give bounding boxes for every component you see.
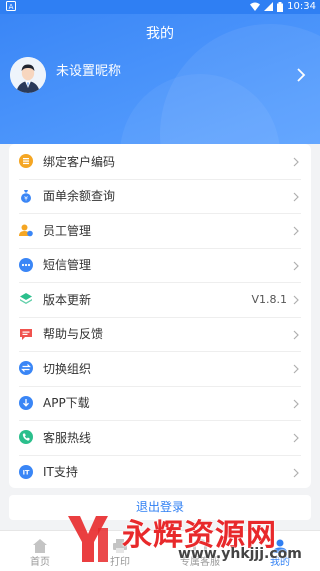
menu-item-app-download[interactable]: APP下载 bbox=[9, 385, 311, 421]
chevron-right-icon bbox=[293, 399, 299, 408]
wifi-icon bbox=[250, 2, 261, 11]
tab-label: 首页 bbox=[30, 557, 50, 568]
profile-row[interactable]: 未设置昵称 bbox=[10, 57, 310, 93]
menu-item-switch-organization[interactable]: 切换组织 bbox=[9, 351, 311, 386]
money-bag-icon: ¥ bbox=[19, 189, 33, 203]
avatar[interactable] bbox=[10, 57, 46, 93]
phone-icon bbox=[19, 430, 33, 445]
menu-item-label: IT支持 bbox=[43, 465, 78, 480]
version-number: V1.8.1 bbox=[251, 292, 287, 306]
menu-item-version-update[interactable]: 版本更新 V1.8.1 bbox=[9, 282, 311, 317]
layers-icon bbox=[19, 292, 33, 306]
chevron-right-icon bbox=[293, 433, 299, 443]
menu-item-sms-management[interactable]: 短信管理 bbox=[9, 247, 311, 283]
tab-label: 专属客服 bbox=[180, 557, 220, 568]
bottom-tab-bar: 首页 打印 专属客服 我的 bbox=[0, 530, 320, 571]
chevron-right-icon bbox=[293, 261, 299, 270]
chevron-right-icon bbox=[293, 226, 299, 236]
menu-item-label: 员工管理 bbox=[43, 223, 92, 238]
menu-item-label: 短信管理 bbox=[43, 258, 92, 273]
menu-item-it-support[interactable]: IT IT支持 bbox=[9, 454, 311, 490]
feedback-icon bbox=[19, 327, 33, 341]
staff-icon bbox=[19, 223, 33, 237]
menu-item-label: APP下载 bbox=[43, 396, 90, 411]
profile-header: 我的 未设置昵称 bbox=[0, 14, 320, 144]
svg-text:IT: IT bbox=[23, 468, 30, 476]
list-icon bbox=[19, 154, 33, 169]
chevron-right-icon bbox=[293, 295, 299, 305]
menu-item-label: 绑定客户编码 bbox=[43, 154, 116, 169]
svg-text:A: A bbox=[9, 3, 14, 11]
status-bar: A 10:34 bbox=[0, 0, 320, 14]
chevron-right-icon[interactable] bbox=[296, 67, 306, 83]
tab-home[interactable]: 首页 bbox=[0, 531, 80, 571]
menu-item-staff-management[interactable]: 员工管理 bbox=[9, 213, 311, 248]
it-support-icon: IT bbox=[19, 464, 33, 479]
nickname: 未设置昵称 bbox=[56, 63, 122, 79]
tab-label: 打印 bbox=[110, 557, 130, 568]
chat-dots-icon bbox=[19, 257, 33, 272]
page-title: 我的 bbox=[146, 26, 174, 42]
menu-item-label: 切换组织 bbox=[43, 361, 92, 376]
chevron-right-icon bbox=[293, 468, 299, 477]
chevron-right-icon bbox=[293, 157, 299, 167]
tab-print[interactable]: 打印 bbox=[80, 531, 160, 571]
signal-icon bbox=[264, 2, 274, 11]
menu-item-label: 客服热线 bbox=[43, 430, 92, 445]
menu-item-bind-customer-code[interactable]: 绑定客户编码 bbox=[9, 144, 311, 179]
tab-customer-service[interactable]: 专属客服 bbox=[160, 531, 240, 571]
menu-item-label: 面单余额查询 bbox=[43, 189, 116, 204]
logout-button[interactable]: 退出登录 bbox=[9, 495, 311, 520]
battery-icon bbox=[277, 1, 284, 12]
menu-card: 绑定客户编码 ¥ 面单余额查询 员工管理 短信管理 版本更新 V1.8.1 帮助… bbox=[9, 144, 311, 488]
download-icon bbox=[19, 395, 33, 410]
chevron-right-icon bbox=[293, 364, 299, 374]
tab-mine[interactable]: 我的 bbox=[240, 531, 320, 571]
svg-text:¥: ¥ bbox=[24, 195, 28, 202]
avatar-person-icon bbox=[10, 57, 46, 93]
menu-item-label: 版本更新 bbox=[43, 292, 92, 307]
clock: 10:34 bbox=[287, 1, 316, 12]
chevron-right-icon bbox=[293, 330, 299, 339]
notification-a-icon: A bbox=[6, 1, 16, 11]
chevron-right-icon bbox=[293, 192, 299, 201]
menu-item-waybill-balance[interactable]: ¥ 面单余额查询 bbox=[9, 178, 311, 214]
menu-item-service-hotline[interactable]: 客服热线 bbox=[9, 420, 311, 455]
switch-icon bbox=[19, 361, 33, 376]
tab-label: 我的 bbox=[270, 557, 290, 568]
menu-item-label: 帮助与反馈 bbox=[43, 327, 104, 342]
menu-item-help-feedback[interactable]: 帮助与反馈 bbox=[9, 316, 311, 352]
